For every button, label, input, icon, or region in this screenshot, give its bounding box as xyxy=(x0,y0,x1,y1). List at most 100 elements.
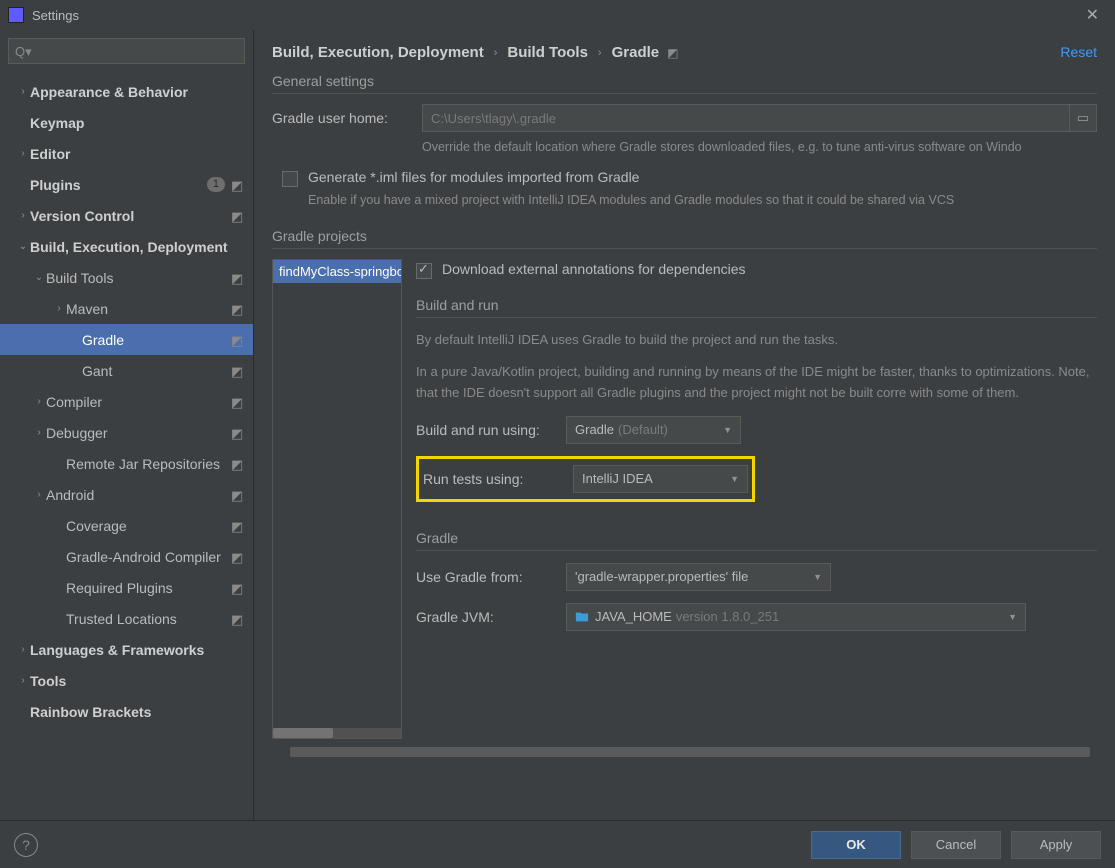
sidebar-item[interactable]: Gant◩ xyxy=(0,355,253,386)
chevron-icon: ⌄ xyxy=(16,241,30,252)
chevron-right-icon: › xyxy=(598,47,602,59)
sidebar-item-label: Keymap xyxy=(30,115,245,131)
sidebar-item[interactable]: ›Appearance & Behavior xyxy=(0,76,253,107)
sidebar-item[interactable]: ⌄Build Tools◩ xyxy=(0,262,253,293)
folder-icon xyxy=(575,610,589,624)
project-scope-icon: ◩ xyxy=(231,395,245,409)
cancel-button[interactable]: Cancel xyxy=(911,831,1001,859)
project-scope-icon: ◩ xyxy=(231,488,245,502)
sidebar-item-label: Remote Jar Repositories xyxy=(66,456,231,472)
chevron-icon: › xyxy=(16,86,30,97)
gradle-projects-list[interactable]: findMyClass-springboot xyxy=(272,259,402,739)
content-panel: Build, Execution, Deployment › Build Too… xyxy=(254,30,1115,820)
browse-folder-icon[interactable]: ▭ xyxy=(1069,104,1097,132)
breadcrumb-item[interactable]: Build, Execution, Deployment xyxy=(272,44,484,61)
sidebar-item-label: Gant xyxy=(82,363,231,379)
sidebar-item-label: Trusted Locations xyxy=(66,611,231,627)
sidebar-item-label: Build Tools xyxy=(46,270,231,286)
chevron-icon: › xyxy=(32,396,46,407)
project-scope-icon: ◩ xyxy=(231,581,245,595)
use-gradle-from-label: Use Gradle from: xyxy=(416,569,566,585)
project-scope-icon: ◩ xyxy=(667,46,678,60)
sidebar-item[interactable]: Gradle◩ xyxy=(0,324,253,355)
apply-button[interactable]: Apply xyxy=(1011,831,1101,859)
project-scope-icon: ◩ xyxy=(231,209,245,223)
help-icon[interactable]: ? xyxy=(14,833,38,857)
window-title: Settings xyxy=(32,8,79,23)
sidebar-item[interactable]: Trusted Locations◩ xyxy=(0,603,253,634)
build-using-select[interactable]: Gradle (Default) ▼ xyxy=(566,416,741,444)
chevron-icon: › xyxy=(32,489,46,500)
gradle-home-hint: Override the default location where Grad… xyxy=(422,138,1097,157)
sidebar-item[interactable]: ›Editor xyxy=(0,138,253,169)
sidebar-item[interactable]: ›Compiler◩ xyxy=(0,386,253,417)
project-scope-icon: ◩ xyxy=(231,364,245,378)
footer: ? OK Cancel Apply xyxy=(0,820,1115,868)
sidebar-item-label: Gradle xyxy=(82,332,231,348)
sidebar-item[interactable]: ›Tools xyxy=(0,665,253,696)
sidebar-item-label: Version Control xyxy=(30,208,231,224)
sidebar-item-label: Gradle-Android Compiler xyxy=(66,549,231,565)
search-input[interactable] xyxy=(8,38,245,64)
sidebar-item[interactable]: Coverage◩ xyxy=(0,510,253,541)
gradle-home-label: Gradle user home: xyxy=(272,110,422,126)
project-scope-icon: ◩ xyxy=(231,271,245,285)
sidebar-item[interactable]: ›Debugger◩ xyxy=(0,417,253,448)
section-projects: Gradle projects xyxy=(272,228,1097,249)
chevron-icon: › xyxy=(52,303,66,314)
project-item[interactable]: findMyClass-springboot xyxy=(273,260,401,283)
sidebar-item[interactable]: ⌄Build, Execution, Deployment xyxy=(0,231,253,262)
chevron-right-icon: › xyxy=(494,47,498,59)
sidebar-item[interactable]: Required Plugins◩ xyxy=(0,572,253,603)
generate-iml-hint: Enable if you have a mixed project with … xyxy=(308,191,1097,210)
chevron-icon: › xyxy=(16,675,30,686)
generate-iml-checkbox[interactable] xyxy=(282,171,298,187)
sidebar-item[interactable]: ›Android◩ xyxy=(0,479,253,510)
build-using-label: Build and run using: xyxy=(416,422,566,438)
reset-link[interactable]: Reset xyxy=(1060,44,1097,60)
use-gradle-from-select[interactable]: 'gradle-wrapper.properties' file ▼ xyxy=(566,563,831,591)
sidebar-item-label: Languages & Frameworks xyxy=(30,642,245,658)
download-annotations-checkbox[interactable] xyxy=(416,263,432,279)
chevron-down-icon: ▼ xyxy=(1008,612,1017,622)
chevron-icon: ⌄ xyxy=(32,272,46,283)
project-scope-icon: ◩ xyxy=(231,457,245,471)
badge: 1 xyxy=(207,177,225,192)
project-scope-icon: ◩ xyxy=(231,302,245,316)
sidebar-item-label: Rainbow Brackets xyxy=(30,704,245,720)
sidebar-item[interactable]: ›Maven◩ xyxy=(0,293,253,324)
sidebar-item-label: Android xyxy=(46,487,231,503)
titlebar: Settings ✕ xyxy=(0,0,1115,30)
project-scope-icon: ◩ xyxy=(231,333,245,347)
sidebar-item-label: Required Plugins xyxy=(66,580,231,596)
breadcrumb-item[interactable]: Build Tools xyxy=(507,44,588,61)
breadcrumb: Build, Execution, Deployment › Build Too… xyxy=(272,44,1097,61)
run-tests-select[interactable]: IntelliJ IDEA ▼ xyxy=(573,465,748,493)
project-scope-icon: ◩ xyxy=(231,178,245,192)
close-icon[interactable]: ✕ xyxy=(1078,1,1107,29)
sidebar-item-label: Maven xyxy=(66,301,231,317)
sidebar-item[interactable]: Remote Jar Repositories◩ xyxy=(0,448,253,479)
project-scope-icon: ◩ xyxy=(231,550,245,564)
sidebar-item[interactable]: Rainbow Brackets xyxy=(0,696,253,727)
gradle-jvm-select[interactable]: JAVA_HOME version 1.8.0_251 ▼ xyxy=(566,603,1026,631)
sidebar-item-label: Editor xyxy=(30,146,245,162)
sidebar-item[interactable]: Gradle-Android Compiler◩ xyxy=(0,541,253,572)
chevron-down-icon: ▼ xyxy=(730,474,739,484)
sidebar-item-label: Debugger xyxy=(46,425,231,441)
generate-iml-label: Generate *.iml files for modules importe… xyxy=(308,169,639,185)
horizontal-scrollbar[interactable] xyxy=(290,747,1079,759)
sidebar-item[interactable]: Plugins1 ◩ xyxy=(0,169,253,200)
section-general: General settings xyxy=(272,73,1097,94)
sidebar-item[interactable]: Keymap xyxy=(0,107,253,138)
horizontal-scrollbar[interactable] xyxy=(273,728,401,738)
app-icon xyxy=(8,7,24,23)
gradle-home-input[interactable] xyxy=(422,104,1070,132)
sidebar-item-label: Plugins xyxy=(30,177,207,193)
section-gradle: Gradle xyxy=(416,530,1097,551)
download-annotations-label: Download external annotations for depend… xyxy=(442,261,746,277)
sidebar-item[interactable]: ›Languages & Frameworks xyxy=(0,634,253,665)
ok-button[interactable]: OK xyxy=(811,831,901,859)
sidebar-item[interactable]: ›Version Control◩ xyxy=(0,200,253,231)
sidebar-item-label: Coverage xyxy=(66,518,231,534)
